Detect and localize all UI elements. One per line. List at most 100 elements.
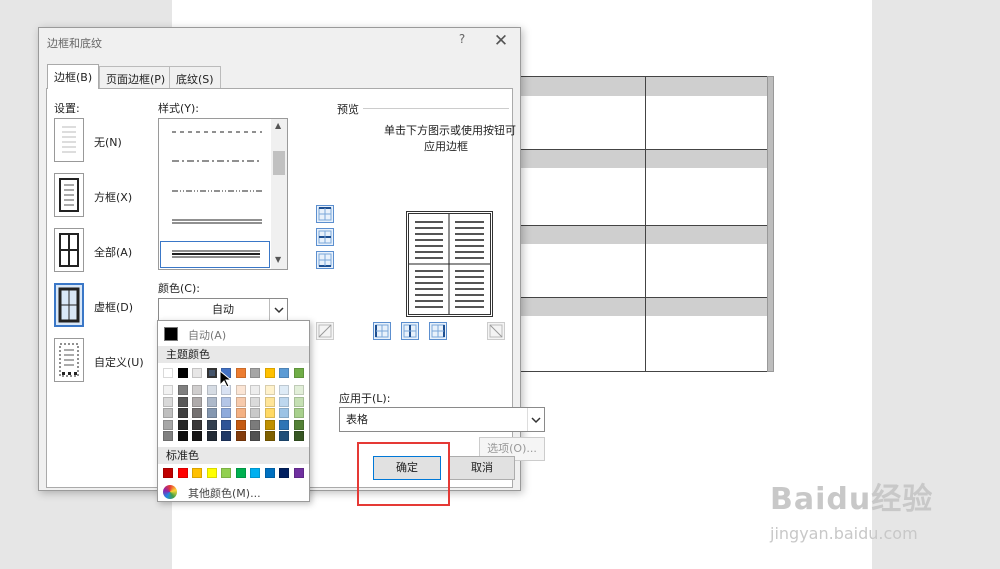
theme-color-swatch[interactable] <box>235 368 246 378</box>
theme-shade-swatch[interactable] <box>250 385 260 395</box>
diagonal-up-button[interactable] <box>487 322 505 340</box>
theme-shade-swatch[interactable] <box>192 396 202 407</box>
standard-color-swatch[interactable] <box>163 468 173 478</box>
scroll-up-icon[interactable]: ▲ <box>275 121 281 130</box>
style-option-selected[interactable] <box>160 241 270 268</box>
theme-shade-swatch[interactable] <box>206 396 217 407</box>
theme-color-swatch[interactable] <box>250 368 260 378</box>
standard-color-swatch[interactable] <box>192 468 202 478</box>
theme-color-swatch[interactable] <box>264 368 275 378</box>
scroll-thumb[interactable] <box>273 151 285 175</box>
theme-shade-swatch[interactable] <box>177 408 188 418</box>
theme-shade-swatch[interactable] <box>206 431 217 441</box>
tab-page-border[interactable]: 页面边框(P) <box>99 66 173 88</box>
theme-color-swatch[interactable] <box>163 368 173 378</box>
setting-grid-label[interactable]: 虚框(D) <box>94 299 133 315</box>
help-button[interactable]: ? <box>455 32 469 50</box>
theme-shade-swatch[interactable] <box>235 408 246 418</box>
theme-shade-swatch[interactable] <box>250 408 260 418</box>
standard-color-swatch[interactable] <box>293 468 304 478</box>
theme-shade-swatch[interactable] <box>192 431 202 441</box>
theme-shade-swatch[interactable] <box>177 385 188 395</box>
style-option-dash-dot[interactable] <box>172 159 262 163</box>
setting-none-label[interactable]: 无(N) <box>94 134 122 150</box>
standard-color-swatch[interactable] <box>177 468 188 478</box>
diagonal-down-button[interactable] <box>316 322 334 340</box>
theme-color-swatch[interactable] <box>205 367 218 379</box>
theme-shade-swatch[interactable] <box>221 408 231 418</box>
more-colors-option[interactable]: 其他颜色(M)... <box>188 485 261 501</box>
border-right-button[interactable] <box>429 322 447 340</box>
theme-color-swatch[interactable] <box>279 368 289 378</box>
theme-shade-swatch[interactable] <box>206 385 217 395</box>
standard-color-swatch[interactable] <box>221 468 231 478</box>
theme-shade-swatch[interactable] <box>250 419 260 430</box>
theme-shade-swatch[interactable] <box>235 431 246 441</box>
setting-all-icon[interactable] <box>54 228 84 272</box>
border-middle-button[interactable] <box>316 228 334 246</box>
theme-shade-swatch[interactable] <box>192 385 202 395</box>
setting-custom-icon[interactable] <box>54 338 84 382</box>
standard-color-swatch[interactable] <box>264 468 275 478</box>
theme-shade-swatch[interactable] <box>293 408 304 418</box>
theme-shade-swatch[interactable] <box>293 385 304 395</box>
auto-color-option[interactable]: 自动(A) <box>188 327 226 343</box>
theme-shade-swatch[interactable] <box>264 419 275 430</box>
preview-diagram[interactable] <box>406 211 493 317</box>
border-top-button[interactable] <box>316 205 334 223</box>
theme-shade-swatch[interactable] <box>163 431 173 441</box>
standard-color-swatch[interactable] <box>206 468 217 478</box>
theme-shade-swatch[interactable] <box>163 408 173 418</box>
setting-box-icon[interactable] <box>54 173 84 217</box>
theme-shade-swatch[interactable] <box>279 385 289 395</box>
setting-custom-label[interactable]: 自定义(U) <box>94 354 144 370</box>
style-option-double[interactable] <box>172 219 262 225</box>
theme-shade-swatch[interactable] <box>293 419 304 430</box>
theme-shade-swatch[interactable] <box>279 396 289 407</box>
scroll-down-icon[interactable]: ▼ <box>275 255 281 264</box>
theme-shade-swatch[interactable] <box>235 385 246 395</box>
border-left-button[interactable] <box>373 322 391 340</box>
style-scrollbar[interactable]: ▲ ▼ <box>271 119 287 269</box>
theme-shade-swatch[interactable] <box>235 419 246 430</box>
border-bottom-button[interactable] <box>316 251 334 269</box>
theme-shade-swatch[interactable] <box>250 431 260 441</box>
theme-color-swatch[interactable] <box>293 368 304 378</box>
theme-shade-swatch[interactable] <box>206 408 217 418</box>
theme-shade-swatch[interactable] <box>250 396 260 407</box>
theme-shade-swatch[interactable] <box>163 419 173 430</box>
theme-shade-swatch[interactable] <box>264 385 275 395</box>
apply-to-dropdown[interactable]: 表格 <box>339 407 545 432</box>
theme-shade-swatch[interactable] <box>293 431 304 441</box>
tab-shading[interactable]: 底纹(S) <box>169 66 221 88</box>
theme-shade-swatch[interactable] <box>264 431 275 441</box>
cancel-button[interactable]: 取消 <box>449 456 515 480</box>
theme-shade-swatch[interactable] <box>279 419 289 430</box>
auto-color-swatch[interactable] <box>164 327 178 341</box>
document-table[interactable] <box>520 76 768 372</box>
theme-shade-swatch[interactable] <box>293 396 304 407</box>
theme-shade-swatch[interactable] <box>235 396 246 407</box>
chevron-down-icon[interactable] <box>269 299 287 321</box>
theme-shade-swatch[interactable] <box>264 396 275 407</box>
theme-shade-swatch[interactable] <box>192 408 202 418</box>
setting-none-icon[interactable] <box>54 118 84 162</box>
setting-all-label[interactable]: 全部(A) <box>94 244 132 260</box>
theme-shade-swatch[interactable] <box>177 431 188 441</box>
border-center-button[interactable] <box>401 322 419 340</box>
style-list[interactable] <box>158 118 288 270</box>
standard-color-swatch[interactable] <box>250 468 260 478</box>
standard-color-swatch[interactable] <box>235 468 246 478</box>
theme-shade-swatch[interactable] <box>163 396 173 407</box>
theme-shade-swatch[interactable] <box>279 431 289 441</box>
theme-shade-swatch[interactable] <box>206 419 217 430</box>
theme-shade-swatch[interactable] <box>221 419 231 430</box>
theme-shade-swatch[interactable] <box>177 396 188 407</box>
theme-shade-swatch[interactable] <box>163 385 173 395</box>
style-option-dashed[interactable] <box>172 130 262 134</box>
tab-borders[interactable]: 边框(B) <box>47 64 100 89</box>
close-icon[interactable]: ✕ <box>491 31 511 51</box>
theme-color-swatch[interactable] <box>177 368 188 378</box>
theme-shade-swatch[interactable] <box>264 408 275 418</box>
setting-grid-icon[interactable] <box>54 283 84 327</box>
